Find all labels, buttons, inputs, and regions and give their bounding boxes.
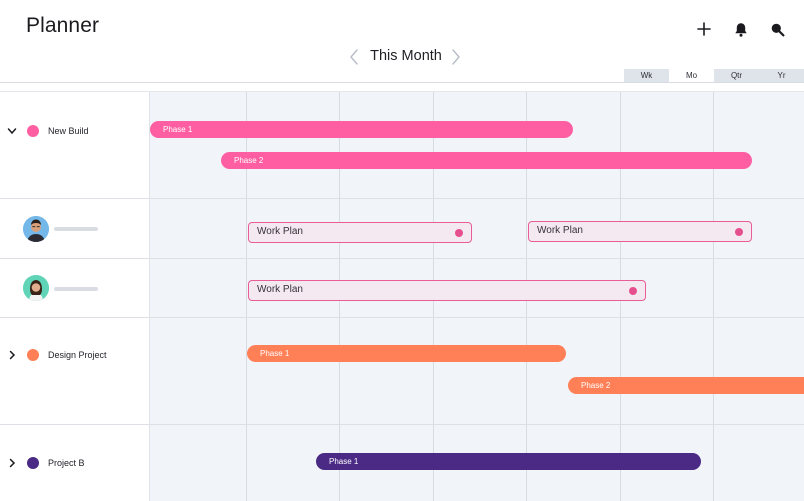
- task-bar[interactable]: Work Plan: [248, 222, 472, 243]
- period-label: This Month: [370, 48, 442, 64]
- status-dot: [455, 229, 463, 237]
- task-label: Work Plan: [257, 284, 303, 295]
- header-divider: [0, 82, 804, 83]
- name-placeholder: [54, 287, 98, 291]
- project-color-dot: [27, 349, 39, 361]
- page-title: Planner: [26, 14, 100, 37]
- task-label: Work Plan: [537, 225, 583, 236]
- scale-month[interactable]: Mo: [669, 69, 714, 82]
- scale-year[interactable]: Yr: [759, 69, 804, 82]
- chevron-right-icon[interactable]: [7, 350, 17, 360]
- project-name: Design Project: [48, 350, 107, 360]
- chevron-right-icon[interactable]: [450, 48, 464, 66]
- project-color-dot: [27, 125, 39, 137]
- search-icon[interactable]: [768, 20, 786, 38]
- project-color-dot: [27, 457, 39, 469]
- phase-bar[interactable]: Phase 1: [247, 345, 566, 362]
- plus-icon[interactable]: [695, 20, 713, 38]
- row-divider: [0, 424, 804, 425]
- row-project-b[interactable]: Project B: [7, 455, 85, 471]
- scale-week[interactable]: Wk: [624, 69, 669, 82]
- row-labels-pane: [0, 92, 150, 501]
- avatar[interactable]: [23, 216, 49, 242]
- task-label: Work Plan: [257, 226, 303, 237]
- period-navigator: This Month: [346, 46, 466, 68]
- chevron-down-icon[interactable]: [7, 126, 17, 136]
- row-new-build[interactable]: New Build: [7, 123, 89, 139]
- scale-quarter[interactable]: Qtr: [714, 69, 759, 82]
- row-design-project[interactable]: Design Project: [7, 347, 107, 363]
- row-divider: [0, 198, 804, 199]
- task-bar[interactable]: Work Plan: [248, 280, 646, 301]
- timescale-switcher: Wk Mo Qtr Yr: [624, 69, 804, 82]
- row-divider: [0, 258, 804, 259]
- project-name: New Build: [48, 126, 89, 136]
- row-divider: [0, 317, 804, 318]
- avatar[interactable]: [23, 275, 49, 301]
- phase-bar[interactable]: Phase 2: [221, 152, 752, 169]
- name-placeholder: [54, 227, 98, 231]
- phase-bar[interactable]: Phase 1: [150, 121, 573, 138]
- status-dot: [629, 287, 637, 295]
- project-name: Project B: [48, 458, 85, 468]
- phase-bar[interactable]: Phase 2: [568, 377, 804, 394]
- task-bar[interactable]: Work Plan: [528, 221, 752, 242]
- bell-icon[interactable]: [732, 20, 750, 38]
- chevron-right-icon[interactable]: [7, 458, 17, 468]
- status-dot: [735, 228, 743, 236]
- phase-bar[interactable]: Phase 1: [316, 453, 701, 470]
